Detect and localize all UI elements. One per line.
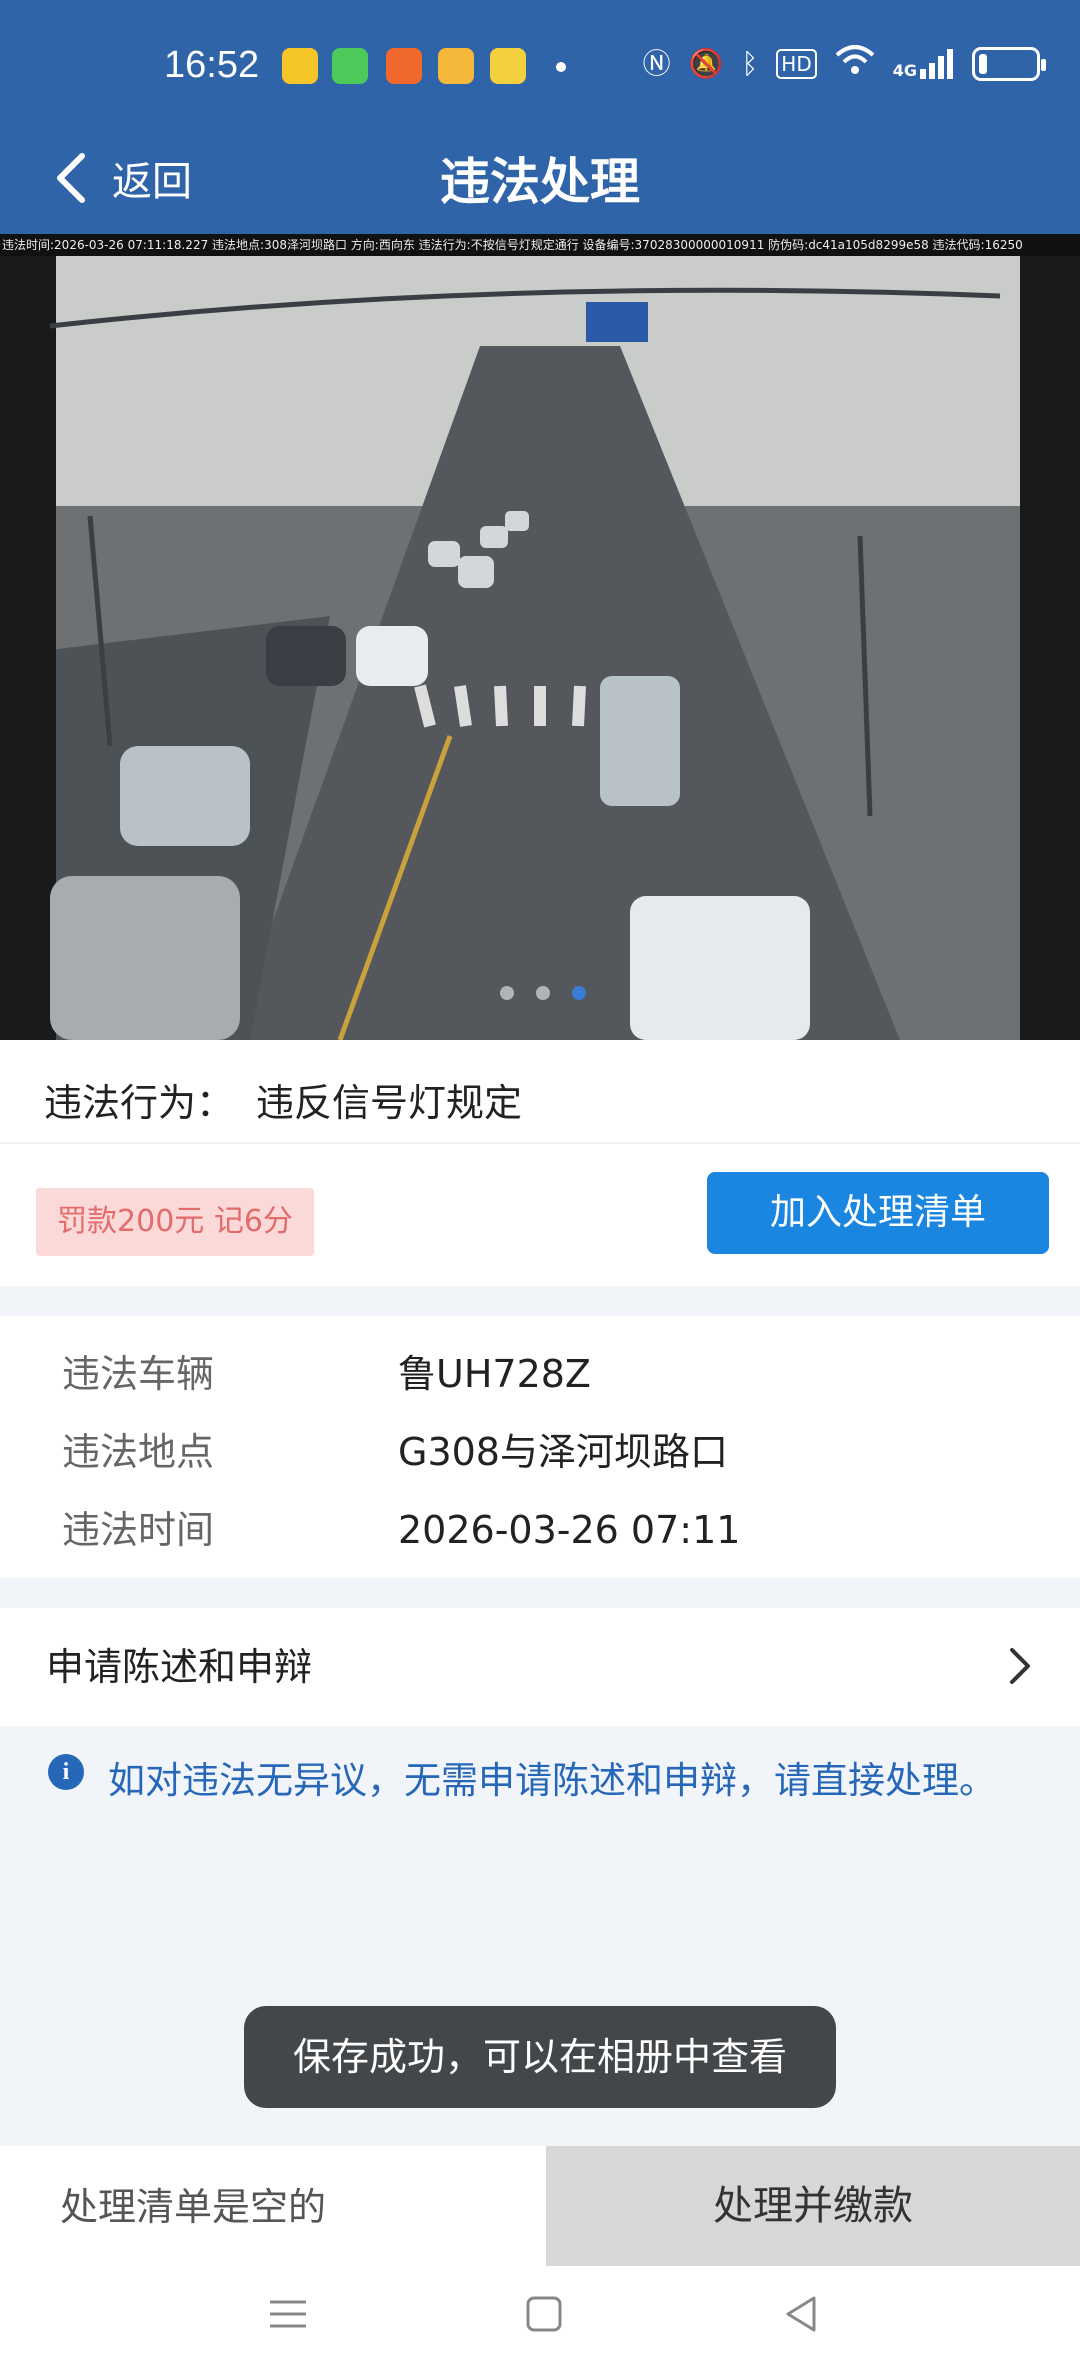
penalty-badge: 罚款200元 记6分 [36, 1188, 314, 1256]
save-toast: 保存成功，可以在相册中查看 [244, 2006, 836, 2108]
app-icon-4 [438, 48, 474, 84]
app-icon-1 [282, 48, 318, 84]
notification-dot [556, 62, 566, 72]
violation-behavior: 违法行为： 违反信号灯规定 [44, 1072, 522, 1127]
detail-value: 2026-03-26 07:11 [398, 1508, 741, 1552]
chevron-right-icon [1010, 1648, 1030, 1684]
violation-details: 违法车辆 鲁UH728Z 违法地点 G308与泽河坝路口 违法时间 2026-0… [0, 1316, 1080, 1578]
violation-photo[interactable]: 违法时间:2026-03-26 07:11:18.227 违法地点:308泽河坝… [0, 234, 1080, 1040]
info-text: 如对违法无异议，无需申请陈述和申辩，请直接处理。 [108, 1759, 996, 1802]
detail-value: 鲁UH728Z [398, 1352, 591, 1396]
hd-icon: HD [776, 49, 817, 79]
app-icon-3 [386, 48, 422, 84]
home-icon[interactable] [520, 2290, 568, 2338]
process-and-pay-button[interactable]: 处理并缴款 [546, 2146, 1080, 2266]
pagination-dot[interactable] [500, 986, 514, 1000]
status-bar: 16:52 Ⓝ 🔕 ᛒ HD 4G [0, 0, 1080, 130]
photo-pagination [500, 986, 586, 1000]
photo-caption: 违法时间:2026-03-26 07:11:18.227 违法地点:308泽河坝… [0, 234, 1080, 256]
network-type-label: 4G [892, 61, 917, 80]
nfc-icon: Ⓝ [642, 47, 671, 80]
detail-row-location: 违法地点 G308与泽河坝路口 [0, 1422, 1080, 1482]
page-title: 违法处理 [440, 153, 640, 211]
status-time: 16:52 [164, 44, 260, 86]
bottom-action-bar: 处理清单是空的 处理并缴款 [0, 2146, 1080, 2266]
add-to-list-button[interactable]: 加入处理清单 [707, 1172, 1049, 1254]
detail-row-time: 违法时间 2026-03-26 07:11 [0, 1500, 1080, 1560]
pagination-dot-active[interactable] [572, 986, 586, 1000]
back-triangle-icon[interactable] [778, 2290, 826, 2338]
list-status: 处理清单是空的 [60, 2185, 327, 2229]
detail-key: 违法地点 [62, 1430, 215, 1474]
info-icon: i [48, 1754, 84, 1790]
appeal-label: 申请陈述和申辩 [46, 1645, 313, 1689]
violation-card: 违法行为： 违反信号灯规定 罚款200元 记6分 加入处理清单 [0, 1040, 1080, 1286]
mute-icon: 🔕 [688, 47, 724, 80]
detail-key: 违法车辆 [62, 1352, 215, 1396]
pagination-dot[interactable] [536, 986, 550, 1000]
system-status-icons: Ⓝ 🔕 ᛒ HD 4G [642, 43, 1046, 86]
appeal-row[interactable]: 申请陈述和申辩 [0, 1608, 1080, 1726]
app-header: 16:52 Ⓝ 🔕 ᛒ HD 4G 返回 违法处理 [0, 0, 1080, 234]
nav-bar: 返回 违法处理 [0, 130, 1080, 234]
signal-4g-icon: 4G [893, 49, 954, 79]
info-notice: i 如对违法无异议，无需申请陈述和申辩，请直接处理。 [0, 1726, 1080, 1826]
bluetooth-icon: ᛒ [741, 47, 759, 80]
menu-icon[interactable] [264, 2290, 312, 2338]
divider [0, 1142, 1080, 1144]
battery-level [979, 54, 987, 74]
detail-value: G308与泽河坝路口 [398, 1430, 728, 1474]
battery-icon [972, 47, 1046, 81]
app-icon-5 [490, 48, 526, 84]
wifi-icon [835, 43, 875, 86]
detail-row-vehicle: 违法车辆 鲁UH728Z [0, 1344, 1080, 1404]
detail-key: 违法时间 [62, 1508, 215, 1552]
app-icon-2 [332, 48, 368, 84]
system-navigation-bar [0, 2266, 1080, 2360]
traffic-camera-image [0, 256, 1080, 1040]
behavior-value: 违反信号灯规定 [256, 1081, 523, 1125]
behavior-label: 违法行为： [44, 1081, 235, 1125]
